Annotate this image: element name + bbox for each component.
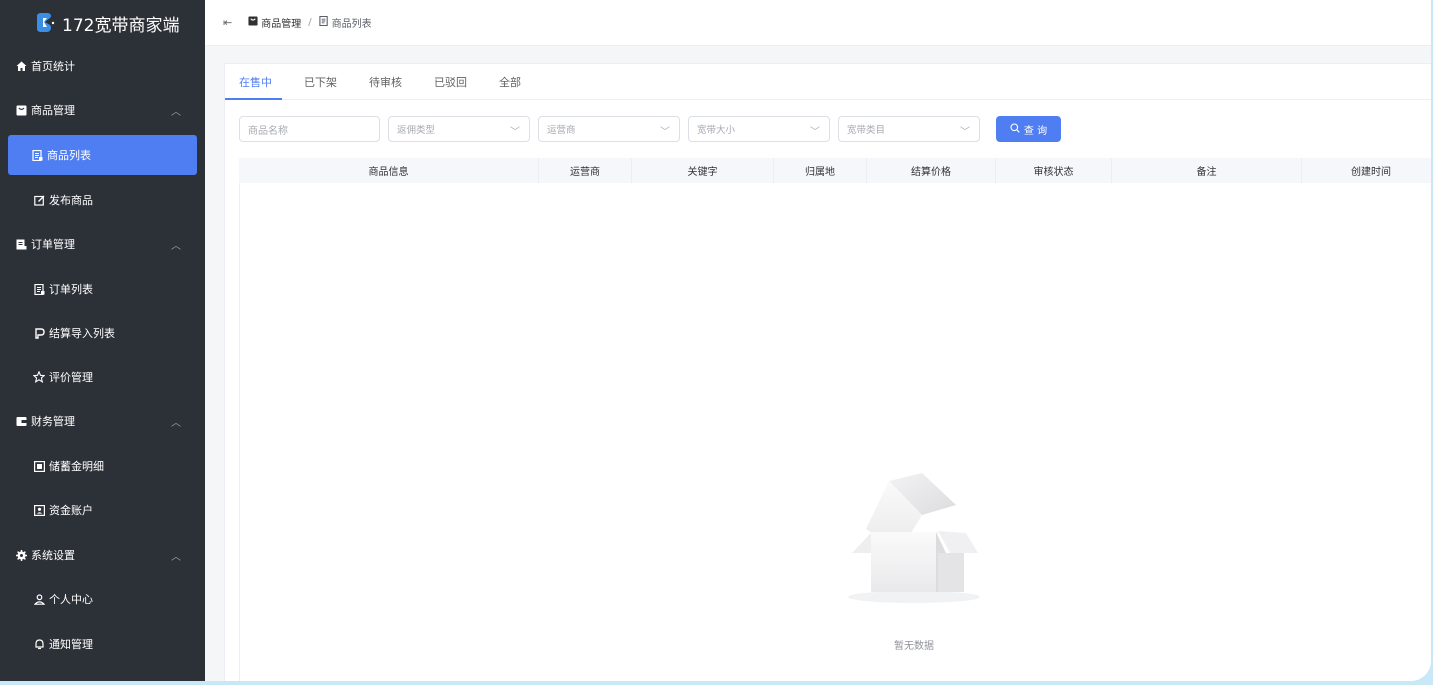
import-icon xyxy=(33,327,45,339)
chevron-down-icon: ﹀ xyxy=(660,127,670,138)
column-header: 关键字 xyxy=(632,158,774,183)
sidebar-item-label: 订单列表 xyxy=(49,283,93,296)
sidebar-item-label: 资金账户 xyxy=(49,504,93,517)
column-header: 运营商 xyxy=(539,158,632,183)
app-title: 172宽带商家端 xyxy=(62,15,180,36)
goods-list-card: 在售中 已下架 待审核 已驳回 全部 商品名称 返佣类型 ﹀ 运营商 ﹀ 宽带大… xyxy=(224,63,1431,681)
sidebar-item-label: 商品列表 xyxy=(47,149,91,162)
edit-icon xyxy=(33,194,45,206)
sidebar-item-system-settings[interactable]: 系统设置 ︿ xyxy=(0,535,205,575)
sidebar-item-label: 评价管理 xyxy=(49,371,93,384)
operator-placeholder: 运营商 xyxy=(547,125,576,136)
list-icon xyxy=(33,283,45,295)
bell-icon xyxy=(33,638,45,650)
sidebar-item-personal-center[interactable]: 个人中心 xyxy=(0,579,205,619)
filter-bar: 商品名称 返佣类型 ﹀ 运营商 ﹀ 宽带大小 ﹀ 宽带类目 ﹀ 查 询 xyxy=(239,116,1061,142)
breadcrumb-separator: / xyxy=(308,17,312,28)
sidebar-item-label: 个人中心 xyxy=(49,593,93,606)
tab-all[interactable]: 全部 xyxy=(499,64,521,99)
sidebar-item-label: 发布商品 xyxy=(49,194,93,207)
sidebar-item-goods-management[interactable]: 商品管理 ︿ xyxy=(0,90,205,130)
sidebar-item-notifications[interactable]: 通知管理 xyxy=(0,624,205,664)
tab-rejected[interactable]: 已驳回 xyxy=(434,64,467,99)
chevron-up-icon: ︿ xyxy=(171,418,181,429)
sidebar-item-label: 商品管理 xyxy=(31,104,75,117)
tab-pending-review[interactable]: 待审核 xyxy=(369,64,402,99)
commission-type-placeholder: 返佣类型 xyxy=(397,125,436,136)
sidebar-item-label: 通知管理 xyxy=(49,638,93,651)
sidebar-item-label: 系统设置 xyxy=(31,549,75,562)
commission-type-select[interactable]: 返佣类型 ﹀ xyxy=(388,116,530,142)
status-tabs: 在售中 已下架 待审核 已驳回 全部 xyxy=(225,64,1431,100)
table-header: 商品信息 运营商 关键字 归属地 结算价格 审核状态 备注 创建时间 xyxy=(239,158,1431,183)
goods-name-input[interactable]: 商品名称 xyxy=(239,116,380,142)
sidebar-item-reviews[interactable]: 评价管理 xyxy=(0,357,205,397)
list-icon xyxy=(318,15,329,29)
empty-box-icon xyxy=(844,473,984,609)
home-icon xyxy=(15,60,27,72)
sidebar-item-label: 结算导入列表 xyxy=(49,327,115,340)
sidebar-item-label: 储蓄金明细 xyxy=(49,460,104,473)
chevron-down-icon: ﹀ xyxy=(510,127,520,138)
logo-icon xyxy=(34,12,56,34)
sidebar-item-order-management[interactable]: 订单管理 ︿ xyxy=(0,224,205,264)
breadcrumb-parent-label: 商品管理 xyxy=(261,19,302,30)
bandwidth-category-placeholder: 宽带类目 xyxy=(847,125,886,136)
account-icon xyxy=(33,504,45,516)
search-icon xyxy=(1010,122,1020,136)
empty-text: 暂无数据 xyxy=(894,641,934,652)
column-header: 结算价格 xyxy=(867,158,996,183)
bandwidth-size-select[interactable]: 宽带大小 ﹀ xyxy=(688,116,830,142)
user-icon xyxy=(33,593,45,605)
table-body: 暂无数据 xyxy=(239,183,1431,681)
sidebar: 172宽带商家端 首页统计 商品管理 ︿ 商品列表 发布商品 订单管理 ︿ 订单… xyxy=(0,0,205,681)
sidebar-item-publish-goods[interactable]: 发布商品 xyxy=(0,180,205,220)
tab-off-shelf[interactable]: 已下架 xyxy=(304,64,337,99)
sidebar-item-goods-list[interactable]: 商品列表 xyxy=(8,135,197,175)
sidebar-item-label: 订单管理 xyxy=(31,238,75,251)
sidebar-item-order-list[interactable]: 订单列表 xyxy=(0,269,205,309)
chevron-up-icon: ︿ xyxy=(171,107,181,118)
empty-state: 暂无数据 xyxy=(844,471,984,652)
sidebar-item-fund-account[interactable]: 资金账户 xyxy=(0,490,205,530)
column-header: 创建时间 xyxy=(1351,167,1391,178)
list-icon xyxy=(31,149,43,161)
chevron-down-icon: ﹀ xyxy=(960,127,970,138)
chevron-up-icon: ︿ xyxy=(171,241,181,252)
sidebar-item-deposit-detail[interactable]: 储蓄金明细 xyxy=(0,446,205,486)
goods-icon xyxy=(15,104,27,116)
window-frame: 172宽带商家端 首页统计 商品管理 ︿ 商品列表 发布商品 订单管理 ︿ 订单… xyxy=(0,0,1433,685)
goods-icon xyxy=(248,16,258,29)
chevron-up-icon: ︿ xyxy=(171,552,181,563)
operator-select[interactable]: 运营商 ﹀ xyxy=(538,116,680,142)
breadcrumb-parent[interactable]: 商品管理 xyxy=(248,15,301,30)
deposit-icon xyxy=(33,460,45,472)
bandwidth-size-placeholder: 宽带大小 xyxy=(697,125,736,136)
column-header: 审核状态 xyxy=(996,158,1112,183)
sidebar-item-dashboard[interactable]: 首页统计 xyxy=(0,46,205,86)
search-button[interactable]: 查 询 xyxy=(996,116,1061,142)
sidebar-item-label: 首页统计 xyxy=(31,60,75,73)
wallet-icon xyxy=(15,415,27,427)
collapse-sidebar-icon[interactable]: ⇤ xyxy=(223,16,232,29)
sidebar-item-finance-management[interactable]: 财务管理 ︿ xyxy=(0,401,205,441)
sidebar-item-label: 财务管理 xyxy=(31,415,75,428)
tab-on-sale[interactable]: 在售中 xyxy=(225,64,282,100)
chevron-down-icon: ﹀ xyxy=(810,127,820,138)
top-header: ⇤ 商品管理 / 商品列表 xyxy=(205,0,1431,46)
column-header: 商品信息 xyxy=(239,158,539,183)
breadcrumb-current: 商品列表 xyxy=(318,15,372,30)
gear-icon xyxy=(15,549,27,561)
order-icon xyxy=(15,238,27,250)
bandwidth-category-select[interactable]: 宽带类目 ﹀ xyxy=(838,116,980,142)
sidebar-item-settlement-import[interactable]: 结算导入列表 xyxy=(0,313,205,353)
app: 172宽带商家端 首页统计 商品管理 ︿ 商品列表 发布商品 订单管理 ︿ 订单… xyxy=(0,0,1431,681)
logo: 172宽带商家端 xyxy=(0,0,205,46)
breadcrumb-current-label: 商品列表 xyxy=(331,19,372,30)
goods-name-placeholder: 商品名称 xyxy=(248,125,288,137)
column-header: 归属地 xyxy=(774,158,867,183)
search-button-label: 查 询 xyxy=(1023,125,1048,137)
column-header: 备注 xyxy=(1112,158,1302,183)
star-icon xyxy=(33,371,45,383)
